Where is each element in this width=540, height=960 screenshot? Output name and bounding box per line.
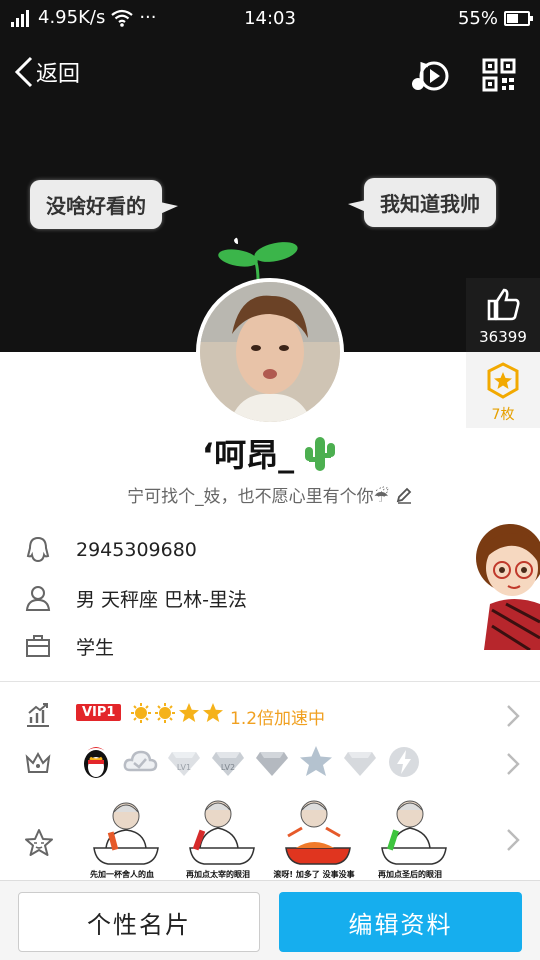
music-play-icon (412, 61, 449, 91)
level-icons (130, 702, 224, 724)
sticker-image (189, 800, 255, 865)
qq-penguin-outline-icon (26, 536, 50, 563)
basic-info: 男 天秤座 巴林-里法 (76, 588, 247, 611)
svg-text:LV1: LV1 (177, 763, 191, 772)
back-label: 返回 (36, 62, 81, 87)
like-button[interactable]: 36399 (466, 278, 540, 352)
emoji-sticker: 再加点圣后的眼泪 (364, 792, 456, 882)
vip-speed-text: 1.2倍加速中 (230, 709, 326, 729)
medal-count: 7枚 (491, 407, 515, 423)
sticker-image (93, 802, 159, 865)
bottom-action-bar: 个性名片 编辑资料 (0, 880, 540, 960)
diamond-icon (256, 752, 288, 776)
svg-text:LV2: LV2 (221, 763, 235, 772)
signature-text: 宁可找个_妓，也不愿心里有个你☔ (127, 487, 389, 507)
lv2-diamond-icon: LV2 (212, 752, 244, 776)
music-button[interactable] (410, 58, 450, 98)
personal-card-button[interactable]: 个性名片 (18, 892, 260, 952)
sprout-icon (218, 237, 298, 281)
sticker-caption: 再加点太宰的眼泪 (186, 870, 250, 879)
lv1-diamond-icon: LV1 (168, 752, 200, 776)
job-row: 学生 (24, 632, 114, 660)
nickname-text: ‘呵昂_ (201, 436, 295, 474)
back-button[interactable]: 返回 (14, 56, 80, 88)
nickname: ‘呵昂_ (0, 430, 540, 476)
crown-icon (25, 751, 51, 773)
medal-icon (487, 362, 519, 399)
sticker-image (285, 800, 351, 865)
emoji-list: 先加一杯舍人的血 再加点太宰的眼泪 滚呀! 加多了 没事没事 再加点圣后的眼泪 (76, 792, 456, 882)
top-nav: 返回 (0, 52, 540, 102)
job: 学生 (76, 636, 115, 659)
status-bar: 4.95K/s ··· 14:03 55% (0, 0, 540, 38)
emoji-sticker: 滚呀! 加多了 没事没事 (268, 792, 360, 882)
emoji-row[interactable]: 先加一杯舍人的血 再加点太宰的眼泪 滚呀! 加多了 没事没事 再加点圣后的眼泪 (0, 790, 540, 882)
cloud-icon (123, 750, 158, 772)
sticker-caption: 滚呀! 加多了 没事没事 (273, 870, 355, 879)
speech-bubble-left: 没啥好看的 (30, 180, 178, 229)
sticker-caption: 先加一杯舍人的血 (90, 870, 154, 879)
avatar-photo (200, 282, 340, 422)
sticker-image (381, 800, 447, 865)
emoji-sticker: 再加点太宰的眼泪 (172, 792, 264, 882)
sun-icon (155, 703, 175, 723)
battery-percent: 55% (457, 8, 498, 29)
diamond-icon (344, 752, 376, 776)
qq-penguin-icon (84, 747, 108, 778)
qq-number: 2945309680 (76, 539, 197, 561)
medal-wall-button[interactable]: 7枚 (466, 352, 540, 428)
qq-number-row: 2945309680 (24, 536, 197, 564)
basic-info-row: 男 天秤座 巴林-里法 (24, 584, 247, 612)
vip-row[interactable]: VIP1 1.2倍加速中 (0, 690, 540, 740)
star-icon (179, 703, 199, 722)
chevron-left-icon (14, 56, 33, 88)
sticker-caption: 再加点圣后的眼泪 (378, 870, 442, 879)
battery-icon (504, 11, 533, 26)
chevron-right-icon (507, 705, 520, 727)
avatar[interactable] (196, 278, 344, 426)
badge-list: LV1 LV2 (78, 744, 422, 780)
chevron-right-icon (507, 753, 520, 775)
emoji-sticker: 先加一杯舍人的血 (76, 792, 168, 882)
sun-icon (131, 703, 151, 723)
badges-row[interactable]: LV1 LV2 (0, 738, 540, 788)
edit-profile-button[interactable]: 编辑资料 (279, 892, 522, 952)
section-divider (0, 681, 540, 682)
star-icon (203, 703, 223, 722)
cactus-icon (305, 437, 336, 471)
pencil-icon[interactable] (395, 486, 413, 504)
star-badge-icon (300, 746, 332, 776)
cartoon-boy-pendant[interactable] (470, 518, 540, 650)
like-count: 36399 (479, 328, 527, 346)
person-icon (25, 586, 51, 611)
vip-badge: VIP1 (76, 704, 122, 721)
qr-code-icon (482, 58, 516, 92)
growth-chart-icon (27, 703, 49, 727)
chevron-right-icon (507, 829, 520, 851)
status-right: 55% (457, 8, 533, 29)
lightning-icon (389, 747, 419, 777)
signature[interactable]: 宁可找个_妓，也不愿心里有个你☔ (0, 482, 540, 507)
thumbs-up-icon (487, 288, 520, 321)
speech-bubble-right: 我知道我帅 (348, 178, 496, 227)
qr-code-button[interactable] (482, 58, 516, 96)
star-face-icon (25, 829, 53, 856)
briefcase-icon (26, 635, 50, 657)
